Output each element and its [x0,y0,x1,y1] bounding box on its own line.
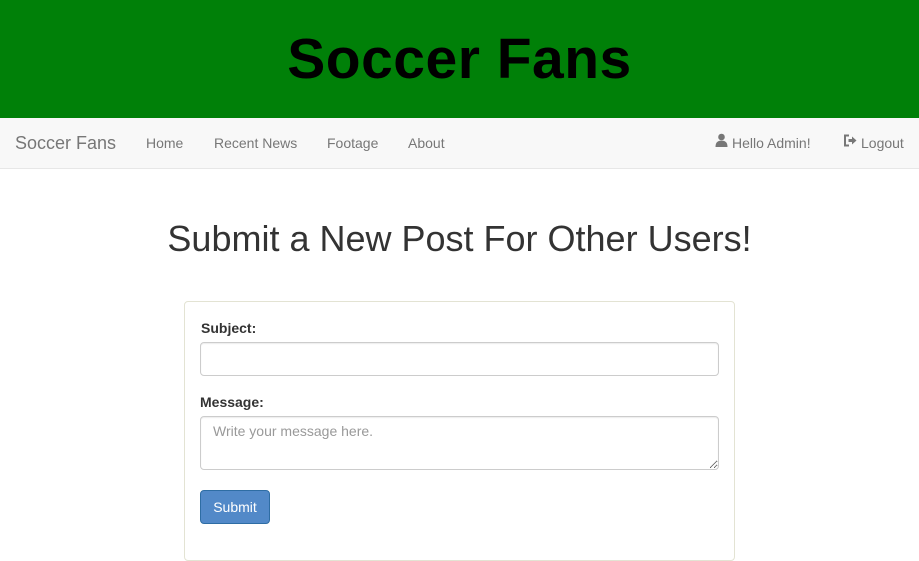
nav-logout-link[interactable]: Logout [843,118,904,169]
logout-label: Logout [861,135,904,151]
navbar: Soccer Fans Home Recent News Footage Abo… [0,118,919,169]
user-icon [715,117,728,168]
subject-input[interactable] [200,342,719,376]
subject-label: Subject: [201,320,257,336]
message-label: Message: [200,394,264,410]
submit-button[interactable]: Submit [200,490,270,524]
nav-link-home[interactable]: Home [146,118,183,169]
nav-link-recent-news[interactable]: Recent News [214,118,297,169]
message-textarea[interactable] [200,416,719,470]
banner-title: Soccer Fans [287,27,632,91]
new-post-form: Subject: Message: Submit [184,301,735,561]
nav-user-greeting[interactable]: Hello Admin! [715,118,811,169]
user-greeting-label: Hello Admin! [732,135,811,151]
nav-link-footage[interactable]: Footage [327,118,378,169]
nav-link-about[interactable]: About [408,118,445,169]
logout-icon [843,117,857,168]
page-title: Submit a New Post For Other Users! [167,218,752,259]
navbar-brand[interactable]: Soccer Fans [15,118,116,169]
site-banner: Soccer Fans [0,0,919,118]
